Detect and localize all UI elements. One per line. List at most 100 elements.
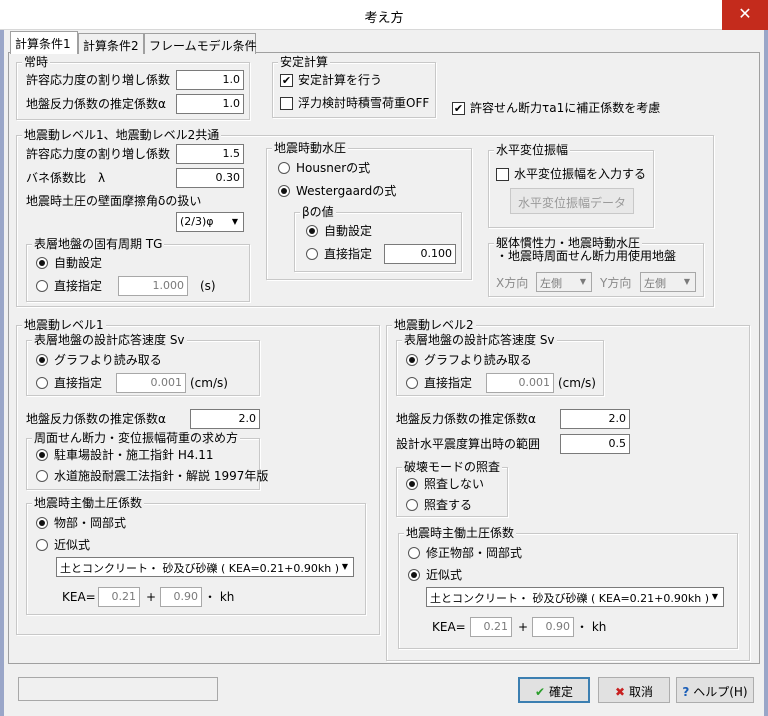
level1-sv-unit: (cm/s) — [190, 376, 228, 390]
wall-friction-label: 地震時土圧の壁面摩擦角δの扱い — [26, 194, 202, 208]
level2-approx-radio[interactable] — [408, 569, 420, 581]
chevron-down-icon: ▼ — [579, 277, 587, 286]
level1-approx-radio[interactable] — [36, 539, 48, 551]
failure-mode-yes-label: 照査する — [424, 498, 473, 512]
x-direction-value: 左側 — [540, 277, 562, 290]
body-rigidity-title-2: ・地震時周面せん断力用使用地盤 — [494, 249, 679, 263]
y-direction-label: Y方向 — [600, 276, 632, 290]
seismic-range-input[interactable]: 0.5 — [560, 434, 630, 454]
wall-friction-select[interactable]: (2/3)φ ▼ — [176, 212, 244, 232]
level2-kea-a-input[interactable]: 0.21 — [470, 617, 512, 637]
displacement-checkbox[interactable] — [496, 168, 509, 181]
normal-soil-reaction-label: 地盤反力係数の推定係数α — [26, 97, 166, 111]
level2-kea-label: KEA= — [432, 620, 466, 634]
ok-button-label: 確定 — [548, 685, 573, 699]
level2-soil-type-select[interactable]: 土とコンクリート・ 砂及び砂礫 ( KEA=0.21+0.90kh ) ▼ — [426, 587, 724, 607]
period-unit: (s) — [200, 279, 216, 293]
shear-method-opt1-label: 駐車場設計・施工指針 H4.11 — [54, 448, 214, 462]
level1-soil-reaction-label: 地盤反力係数の推定係数α — [26, 412, 166, 426]
failure-mode-no-radio[interactable] — [406, 478, 418, 490]
beta-group-title: βの値 — [300, 205, 336, 219]
shear-correction-checkbox[interactable]: ✔ — [452, 102, 465, 115]
ok-button[interactable]: ✔ 確定 — [518, 677, 590, 703]
tab-calc-cond-1[interactable]: 計算条件1 — [10, 31, 78, 54]
displacement-label: 水平変位振幅を入力する — [514, 167, 647, 181]
level1-sv-direct-label: 直接指定 — [54, 376, 103, 390]
period-direct-label: 直接指定 — [54, 279, 103, 293]
level2-soil-reaction-label: 地盤反力係数の推定係数α — [396, 412, 536, 426]
shear-correction-label: 許容せん断力τa1に補正係数を考慮 — [470, 101, 661, 115]
level2-sv-direct-radio[interactable] — [406, 377, 418, 389]
failure-mode-yes-radio[interactable] — [406, 499, 418, 511]
beta-auto-radio[interactable] — [306, 225, 318, 237]
level2-mononobe-label: 修正物部・岡部式 — [426, 546, 523, 560]
cross-icon: ✖ — [615, 685, 626, 699]
level1-mononobe-radio[interactable] — [36, 517, 48, 529]
level1-kea-a-input[interactable]: 0.21 — [98, 587, 140, 607]
normal-stress-factor-label: 許容応力度の割り増し係数 — [26, 73, 171, 87]
level1-sv-input[interactable]: 0.001 — [116, 373, 186, 393]
level2-sv-graph-radio[interactable] — [406, 354, 418, 366]
level1-sv-title: 表層地盤の設計応答速度 Sv — [32, 333, 187, 347]
period-direct-radio[interactable] — [36, 280, 48, 292]
tab-calc-cond-2[interactable]: 計算条件2 — [78, 33, 144, 54]
window-title: 考え方 — [364, 11, 404, 26]
shear-method-opt2-radio[interactable] — [36, 470, 48, 482]
level1-soil-type-select[interactable]: 土とコンクリート・ 砂及び砂礫 ( KEA=0.21+0.90kh ) ▼ — [56, 557, 354, 577]
level2-sv-direct-label: 直接指定 — [424, 376, 473, 390]
level1-kea-plus: + — [146, 590, 157, 604]
level2-mononobe-radio[interactable] — [408, 547, 420, 559]
beta-direct-label: 直接指定 — [324, 247, 373, 261]
x-direction-select[interactable]: 左側 ▼ — [536, 272, 592, 292]
level1-soil-reaction-input[interactable]: 2.0 — [190, 409, 260, 429]
status-field — [18, 677, 218, 701]
level1-kea-label: KEA= — [62, 590, 96, 604]
stability-group-title: 安定計算 — [278, 55, 331, 69]
beta-direct-radio[interactable] — [306, 248, 318, 260]
level2-group-title: 地震動レベル2 — [392, 318, 476, 332]
housner-radio[interactable] — [278, 162, 290, 174]
tab-frame-model[interactable]: フレームモデル条件 — [144, 33, 257, 54]
level1-group-title: 地震動レベル1 — [22, 318, 106, 332]
beta-input[interactable]: 0.100 — [384, 244, 456, 264]
common-stress-factor-input[interactable]: 1.5 — [176, 144, 244, 164]
y-direction-value: 左側 — [644, 277, 666, 290]
buoyancy-checkbox[interactable] — [280, 97, 293, 110]
cancel-button-label: 取消 — [628, 685, 653, 699]
level1-active-pressure-title: 地震時主働土圧係数 — [32, 496, 145, 510]
close-button[interactable]: ✕ — [722, 0, 768, 30]
level1-sv-direct-radio[interactable] — [36, 377, 48, 389]
wall-friction-value: (2/3)φ — [180, 215, 214, 228]
stability-calc-checkbox[interactable]: ✔ — [280, 74, 293, 87]
level2-sv-input[interactable]: 0.001 — [486, 373, 554, 393]
spring-ratio-label: バネ係数比 λ — [26, 171, 106, 185]
period-group-title: 表層地盤の固有周期 TG — [32, 237, 165, 251]
level1-approx-label: 近似式 — [54, 538, 91, 552]
period-auto-radio[interactable] — [36, 257, 48, 269]
normal-soil-reaction-input[interactable]: 1.0 — [176, 94, 244, 114]
level2-kea-b-input[interactable]: 0.90 — [532, 617, 574, 637]
level1-kea-b-input[interactable]: 0.90 — [160, 587, 202, 607]
level2-active-pressure-title: 地震時主働土圧係数 — [404, 526, 517, 540]
seismic-range-label: 設計水平震度算出時の範囲 — [396, 437, 541, 451]
shear-method-opt1-radio[interactable] — [36, 449, 48, 461]
question-icon: ? — [682, 685, 690, 699]
level2-soil-reaction-input[interactable]: 2.0 — [560, 409, 630, 429]
level1-sv-graph-radio[interactable] — [36, 354, 48, 366]
level2-kh-label: ・ kh — [576, 620, 607, 634]
common-group-title: 地震動レベル1、地震動レベル2共通 — [22, 128, 222, 142]
level1-kh-label: ・ kh — [204, 590, 235, 604]
westergaard-radio[interactable] — [278, 185, 290, 197]
check-icon: ✔ — [535, 685, 546, 699]
help-button[interactable]: ? ヘルプ(H) — [676, 677, 754, 703]
normal-stress-factor-input[interactable]: 1.0 — [176, 70, 244, 90]
y-direction-select[interactable]: 左側 ▼ — [640, 272, 696, 292]
level2-kea-plus: + — [518, 620, 529, 634]
window-frame-right — [764, 30, 768, 716]
cancel-button[interactable]: ✖ 取消 — [598, 677, 670, 703]
spring-ratio-input[interactable]: 0.30 — [176, 168, 244, 188]
period-input[interactable]: 1.000 — [118, 276, 188, 296]
level1-mononobe-label: 物部・岡部式 — [54, 516, 127, 530]
chevron-down-icon: ▼ — [711, 592, 719, 601]
displacement-data-button[interactable]: 水平変位振幅データ — [510, 188, 634, 214]
